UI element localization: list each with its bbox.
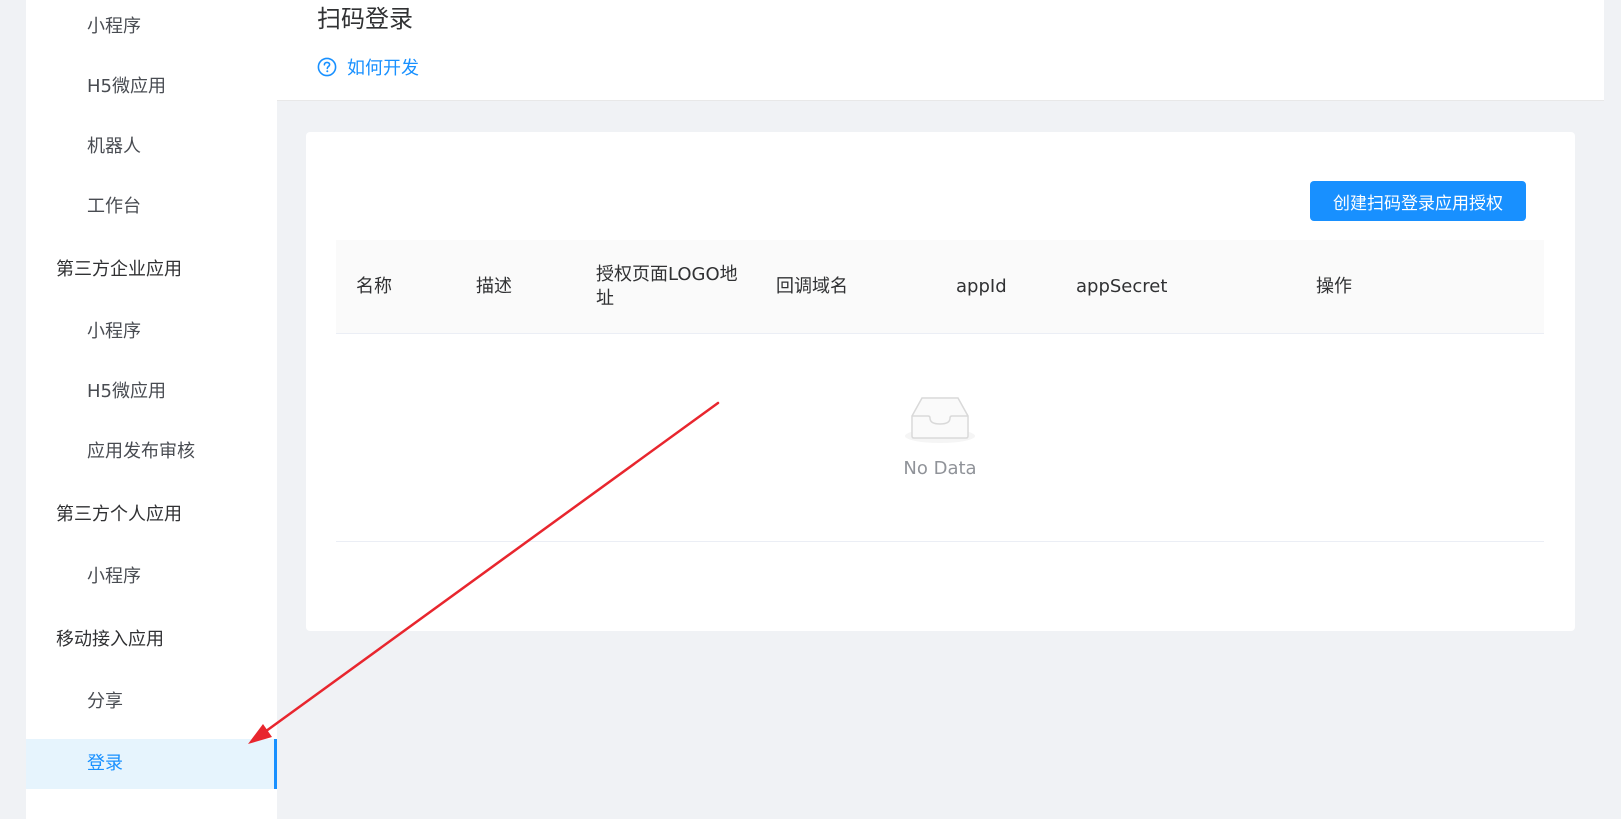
column-header-callback-domain: 回调域名: [776, 276, 848, 297]
table-header: 名称 描述 授权页面LOGO地址 回调域名 appId appSecret 操作: [336, 240, 1544, 334]
sidebar-item-h5-app[interactable]: H5微应用: [26, 75, 277, 99]
column-header-appsecret: appSecret: [1076, 276, 1168, 297]
column-header-appid: appId: [956, 276, 1007, 297]
sidebar-item-miniprogram[interactable]: 小程序: [26, 15, 277, 39]
sidebar-item-tp-miniprogram[interactable]: 小程序: [26, 320, 277, 344]
sidebar-group-label: 第三方企业应用: [56, 259, 182, 280]
how-to-develop-link[interactable]: 如何开发: [317, 54, 419, 80]
sidebar-item-personal-miniprogram[interactable]: 小程序: [26, 565, 277, 589]
create-qr-login-auth-button[interactable]: 创建扫码登录应用授权: [1310, 181, 1526, 221]
sidebar-item-label: H5微应用: [87, 381, 166, 402]
sidebar-group-third-party-personal[interactable]: 第三方个人应用: [26, 503, 277, 527]
sidebar-item-robot[interactable]: 机器人: [26, 135, 277, 159]
empty-text: No Data: [903, 458, 977, 479]
sidebar-item-label: 应用发布审核: [87, 441, 195, 462]
sidebar-item-label: 小程序: [87, 321, 141, 342]
auth-app-table: 名称 描述 授权页面LOGO地址 回调域名 appId appSecret 操作…: [336, 240, 1544, 542]
sidebar-group-label: 第三方个人应用: [56, 504, 182, 525]
sidebar-active-indicator: [274, 739, 277, 789]
question-circle-icon: [317, 57, 337, 77]
sidebar-item-label: H5微应用: [87, 76, 166, 97]
sidebar-group-label: 移动接入应用: [56, 629, 164, 650]
how-to-develop-label: 如何开发: [347, 58, 419, 79]
right-edge-strip: [1604, 0, 1621, 819]
empty-state: No Data: [336, 392, 1544, 479]
content-card: 创建扫码登录应用授权 名称 描述 授权页面LOGO地址 回调域名 appId a…: [306, 132, 1575, 631]
sidebar-item-app-publish-review[interactable]: 应用发布审核: [26, 440, 277, 464]
sidebar: 小程序 H5微应用 机器人 工作台 第三方企业应用 小程序 H5微应用 应用发布…: [26, 0, 277, 819]
sidebar-item-share[interactable]: 分享: [26, 690, 277, 714]
sidebar-item-login[interactable]: 登录: [26, 739, 277, 789]
sidebar-item-tp-h5-app[interactable]: H5微应用: [26, 380, 277, 404]
column-header-actions: 操作: [1316, 276, 1352, 297]
column-header-name: 名称: [356, 276, 392, 297]
sidebar-item-workbench[interactable]: 工作台: [26, 195, 277, 219]
sidebar-item-label: 机器人: [87, 136, 141, 157]
sidebar-item-label: 分享: [87, 691, 123, 712]
column-header-logo-url: 授权页面LOGO地址: [596, 264, 738, 309]
sidebar-item-label: 小程序: [87, 16, 141, 37]
left-gutter: [0, 0, 26, 819]
empty-inbox-icon: [904, 392, 976, 446]
sidebar-item-label: 登录: [87, 753, 123, 774]
sidebar-item-label: 工作台: [87, 196, 141, 217]
page-title: 扫码登录: [317, 5, 413, 33]
table-body: No Data: [336, 334, 1544, 542]
page-header: 扫码登录 如何开发: [277, 0, 1604, 101]
sidebar-group-mobile-access[interactable]: 移动接入应用: [26, 628, 277, 652]
sidebar-item-label: 小程序: [87, 566, 141, 587]
column-header-description: 描述: [476, 276, 512, 297]
sidebar-group-third-party-enterprise[interactable]: 第三方企业应用: [26, 258, 277, 282]
